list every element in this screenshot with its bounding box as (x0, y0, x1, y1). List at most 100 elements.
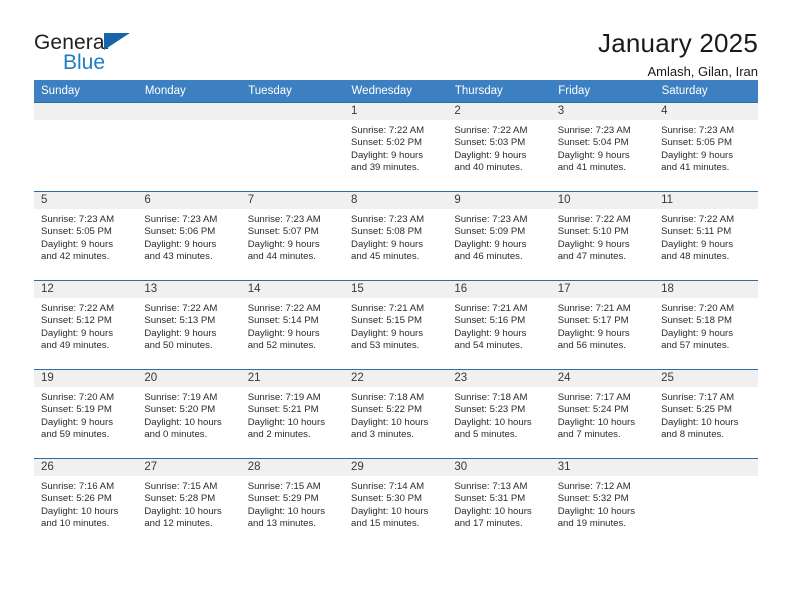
calendar-day-cell[interactable]: 1 Sunrise: 7:22 AM Sunset: 5:02 PM Daylight… (344, 102, 448, 192)
day-number: 28 (240, 459, 345, 476)
day-number: 15 (344, 281, 448, 298)
day-details: Sunrise: 7:23 AM Sunset: 5:08 PM Daylight:… (344, 209, 447, 264)
calendar-day-cell[interactable]: 7 Sunrise: 7:23 AM Sunset: 5:07 PM Daylight… (240, 191, 345, 281)
calendar-day-cell-empty (137, 102, 241, 192)
day-details: Sunrise: 7:19 AM Sunset: 5:21 PM Daylight:… (241, 387, 344, 442)
daylight-duration-line2: and 10 minutes. (41, 518, 110, 530)
sunset-time: Sunset: 5:14 PM (247, 315, 319, 327)
calendar-day-cell[interactable]: 30 Sunrise: 7:13 AM Sunset: 5:31 PM Dayligh… (447, 458, 551, 548)
sunrise-time: Sunrise: 7:22 AM (351, 125, 425, 136)
sunrise-time: Sunrise: 7:12 AM (557, 481, 631, 492)
day-details: Sunrise: 7:22 AM Sunset: 5:14 PM Daylight:… (241, 298, 344, 353)
daylight-duration-line2: and 56 minutes. (557, 340, 626, 352)
daylight-duration-line1: Daylight: 9 hours (144, 238, 217, 250)
calendar-day-cell[interactable]: 26 Sunrise: 7:16 AM Sunset: 5:26 PM Dayligh… (34, 458, 138, 548)
calendar-day-cell[interactable]: 5 Sunrise: 7:23 AM Sunset: 5:05 PM Daylight… (34, 191, 138, 281)
daylight-duration-line1: Daylight: 9 hours (351, 327, 424, 339)
calendar-day-cell[interactable]: 23 Sunrise: 7:18 AM Sunset: 5:23 PM Dayligh… (447, 369, 551, 459)
daylight-duration-line2: and 43 minutes. (144, 251, 213, 263)
daylight-duration-line1: Daylight: 10 hours (454, 416, 532, 428)
calendar-day-cell-empty (34, 102, 138, 192)
daylight-duration-line2: and 49 minutes. (41, 340, 110, 352)
calendar-day-cell[interactable]: 27 Sunrise: 7:15 AM Sunset: 5:28 PM Dayligh… (137, 458, 241, 548)
daylight-duration-line2: and 46 minutes. (454, 251, 523, 263)
calendar-day-cell[interactable]: 20 Sunrise: 7:19 AM Sunset: 5:20 PM Dayligh… (137, 369, 241, 459)
calendar-day-cell[interactable]: 29 Sunrise: 7:14 AM Sunset: 5:30 PM Dayligh… (344, 458, 448, 548)
calendar-day-cell[interactable]: 16 Sunrise: 7:21 AM Sunset: 5:16 PM Dayligh… (447, 280, 551, 370)
calendar-day-cell[interactable]: 24 Sunrise: 7:17 AM Sunset: 5:24 PM Dayligh… (550, 369, 655, 459)
page-header: General Blue January 2025 Amlash, Gilan,… (34, 0, 758, 79)
calendar-day-cell[interactable]: 2 Sunrise: 7:22 AM Sunset: 5:03 PM Daylight… (447, 102, 551, 192)
day-details: Sunrise: 7:17 AM Sunset: 5:24 PM Daylight:… (551, 387, 654, 442)
calendar-day-cell[interactable]: 28 Sunrise: 7:15 AM Sunset: 5:29 PM Dayligh… (240, 458, 345, 548)
sunrise-time: Sunrise: 7:18 AM (454, 392, 528, 403)
sunset-time: Sunset: 5:08 PM (351, 226, 422, 238)
sunrise-time: Sunrise: 7:21 AM (351, 303, 425, 314)
day-number: 1 (344, 103, 448, 120)
calendar-day-cell[interactable]: 6 Sunrise: 7:23 AM Sunset: 5:06 PM Daylight… (137, 191, 241, 281)
daylight-duration-line1: Daylight: 10 hours (41, 505, 119, 517)
calendar-week-row: 26 Sunrise: 7:16 AM Sunset: 5:26 PM Dayligh… (34, 458, 758, 548)
daylight-duration-line1: Daylight: 9 hours (557, 327, 630, 339)
day-details: Sunrise: 7:22 AM Sunset: 5:13 PM Daylight:… (137, 298, 240, 353)
calendar-day-cell[interactable]: 21 Sunrise: 7:19 AM Sunset: 5:21 PM Dayligh… (240, 369, 345, 459)
day-details: Sunrise: 7:17 AM Sunset: 5:25 PM Daylight:… (654, 387, 757, 442)
weekday-header-friday: Friday (550, 80, 655, 103)
day-details: Sunrise: 7:15 AM Sunset: 5:29 PM Daylight:… (241, 476, 344, 531)
calendar-day-cell[interactable]: 3 Sunrise: 7:23 AM Sunset: 5:04 PM Daylight… (550, 102, 655, 192)
calendar-day-cell[interactable]: 13 Sunrise: 7:22 AM Sunset: 5:13 PM Dayligh… (137, 280, 241, 370)
day-number: 19 (34, 370, 138, 387)
calendar-day-cell[interactable]: 10 Sunrise: 7:22 AM Sunset: 5:10 PM Dayligh… (550, 191, 655, 281)
calendar-day-cell[interactable]: 4 Sunrise: 7:23 AM Sunset: 5:05 PM Daylight… (654, 102, 758, 192)
calendar-day-cell[interactable]: 9 Sunrise: 7:23 AM Sunset: 5:09 PM Daylight… (447, 191, 551, 281)
day-number: 3 (550, 103, 655, 120)
sunrise-time: Sunrise: 7:22 AM (41, 303, 115, 314)
calendar-day-cell[interactable]: 8 Sunrise: 7:23 AM Sunset: 5:08 PM Daylight… (344, 191, 448, 281)
daylight-duration-line2: and 41 minutes. (661, 162, 730, 174)
day-number: 16 (447, 281, 551, 298)
calendar-week-row: 19 Sunrise: 7:20 AM Sunset: 5:19 PM Dayligh… (34, 369, 758, 459)
day-number: 21 (240, 370, 345, 387)
daylight-duration-line2: and 12 minutes. (144, 518, 213, 530)
day-details: Sunrise: 7:23 AM Sunset: 5:05 PM Daylight:… (654, 120, 757, 175)
sunrise-time: Sunrise: 7:23 AM (661, 125, 735, 136)
weekday-header-tuesday: Tuesday (240, 80, 345, 103)
day-number (240, 103, 345, 120)
sunset-time: Sunset: 5:21 PM (247, 404, 319, 416)
daylight-duration-line1: Daylight: 9 hours (454, 327, 527, 339)
day-number: 9 (447, 192, 551, 209)
day-details (34, 120, 137, 125)
sunrise-time: Sunrise: 7:16 AM (41, 481, 115, 492)
calendar-day-cell[interactable]: 15 Sunrise: 7:21 AM Sunset: 5:15 PM Dayligh… (344, 280, 448, 370)
sunrise-time: Sunrise: 7:22 AM (144, 303, 218, 314)
sunset-time: Sunset: 5:03 PM (454, 137, 526, 149)
sunrise-time: Sunrise: 7:15 AM (144, 481, 218, 492)
calendar-day-cell[interactable]: 18 Sunrise: 7:20 AM Sunset: 5:18 PM Dayligh… (654, 280, 758, 370)
calendar-day-cell[interactable]: 17 Sunrise: 7:21 AM Sunset: 5:17 PM Dayligh… (550, 280, 655, 370)
calendar-day-cell[interactable]: 31 Sunrise: 7:12 AM Sunset: 5:32 PM Dayligh… (550, 458, 655, 548)
calendar-day-cell[interactable]: 19 Sunrise: 7:20 AM Sunset: 5:19 PM Dayligh… (34, 369, 138, 459)
daylight-duration-line1: Daylight: 9 hours (247, 327, 320, 339)
daylight-duration-line1: Daylight: 10 hours (247, 416, 326, 428)
day-number: 30 (447, 459, 551, 476)
calendar-day-cell[interactable]: 25 Sunrise: 7:17 AM Sunset: 5:25 PM Dayligh… (654, 369, 758, 459)
sunset-time: Sunset: 5:22 PM (351, 404, 422, 416)
daylight-duration-line1: Daylight: 9 hours (454, 149, 527, 161)
day-details: Sunrise: 7:22 AM Sunset: 5:02 PM Daylight:… (344, 120, 447, 175)
sunset-time: Sunset: 5:12 PM (41, 315, 112, 327)
daylight-duration-line2: and 8 minutes. (661, 429, 724, 441)
daylight-duration-line1: Daylight: 9 hours (661, 327, 734, 339)
day-number (34, 103, 138, 120)
day-details: Sunrise: 7:23 AM Sunset: 5:05 PM Daylight:… (34, 209, 137, 264)
calendar-day-cell[interactable]: 14 Sunrise: 7:22 AM Sunset: 5:14 PM Dayligh… (240, 280, 345, 370)
generalblue-logo: General Blue (34, 28, 214, 73)
day-details: Sunrise: 7:22 AM Sunset: 5:10 PM Daylight:… (551, 209, 654, 264)
sunset-time: Sunset: 5:16 PM (454, 315, 526, 327)
calendar-day-cell[interactable]: 22 Sunrise: 7:18 AM Sunset: 5:22 PM Dayligh… (344, 369, 448, 459)
calendar-day-cell[interactable]: 12 Sunrise: 7:22 AM Sunset: 5:12 PM Dayligh… (34, 280, 138, 370)
daylight-duration-line2: and 19 minutes. (557, 518, 626, 530)
calendar-week-row: 5 Sunrise: 7:23 AM Sunset: 5:05 PM Daylight… (34, 191, 758, 281)
day-details: Sunrise: 7:14 AM Sunset: 5:30 PM Daylight:… (344, 476, 447, 531)
calendar-day-cell[interactable]: 11 Sunrise: 7:22 AM Sunset: 5:11 PM Dayligh… (654, 191, 758, 281)
calendar-page: General Blue January 2025 Amlash, Gilan,… (0, 0, 792, 612)
